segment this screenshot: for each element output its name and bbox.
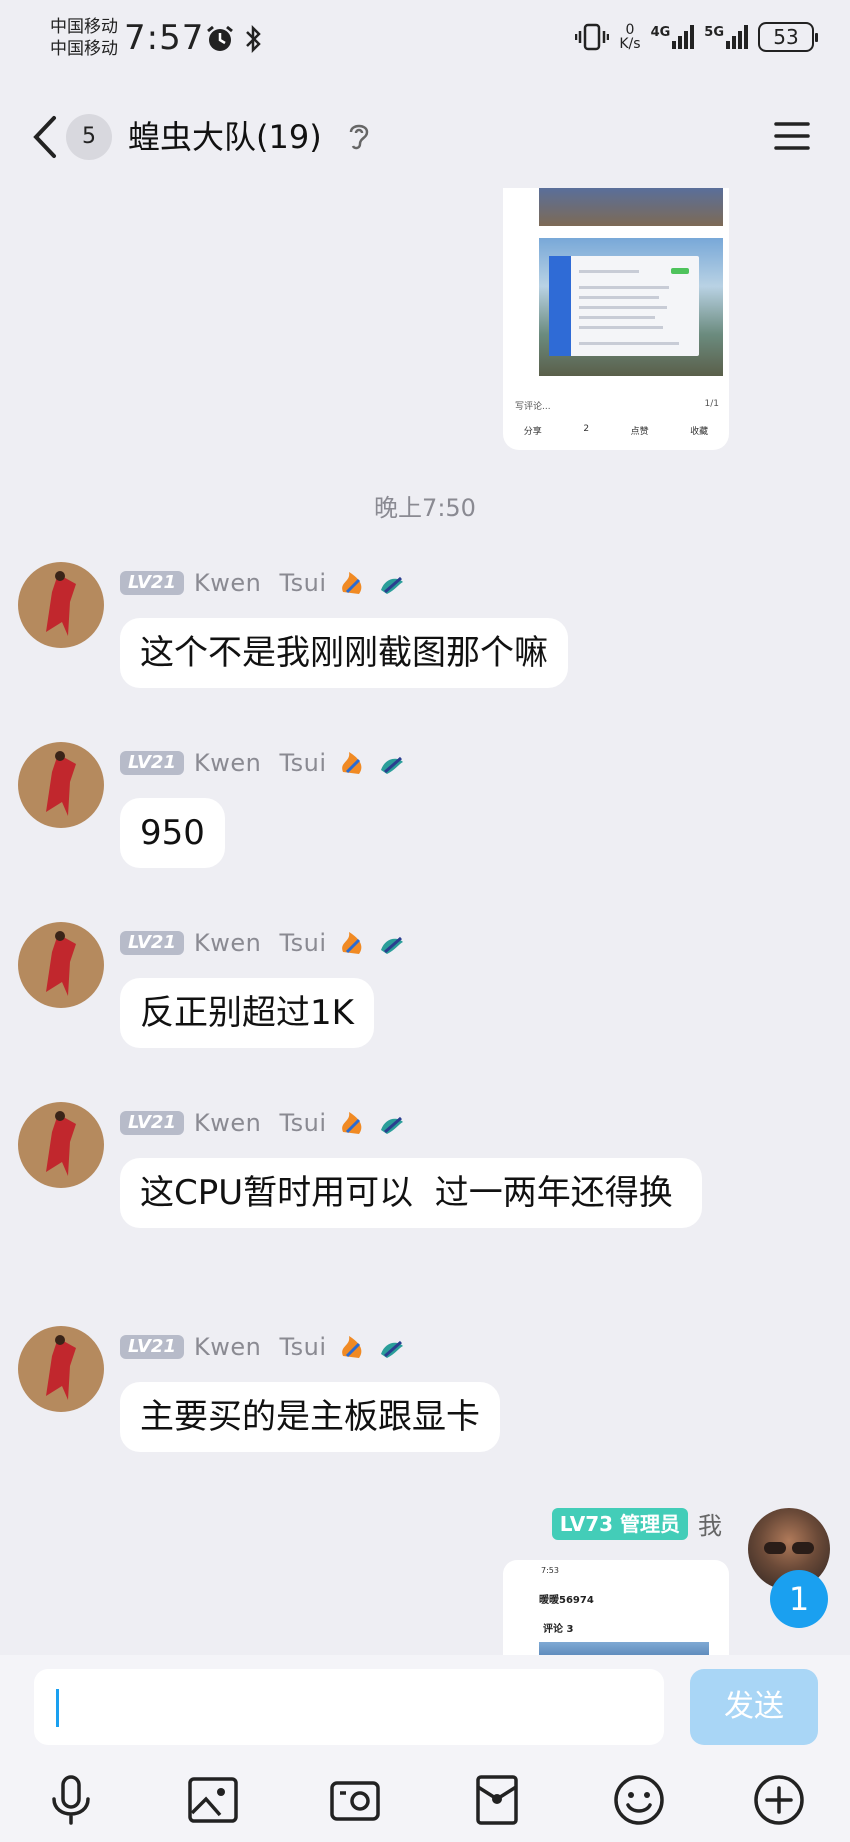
message-bubble[interactable]: 主要买的是主板跟显卡 (120, 1382, 500, 1452)
flame-badge-icon (341, 932, 361, 954)
chat-header: 5 蝗虫大队(19) (0, 88, 850, 188)
vibrate-icon (575, 23, 610, 51)
sender-name[interactable]: Kwen Tsui (194, 569, 327, 597)
net-speed-unit: K/s (619, 36, 641, 52)
text-caret (56, 1689, 59, 1727)
card-comment-input[interactable]: 写评论... (515, 399, 551, 412)
flame-badge-icon (341, 1336, 361, 1358)
avatar[interactable] (18, 742, 104, 828)
sender-name[interactable]: Kwen Tsui (194, 1333, 327, 1361)
shared-post-card[interactable]: 写评论... 1/1 分享 2 点赞 收藏 (503, 188, 729, 450)
emoji-icon[interactable] (612, 1773, 666, 1827)
message-bubble[interactable]: 950 (120, 798, 225, 868)
carrier-1: 中国移动 (50, 17, 118, 37)
level-badge: LV21 (120, 1335, 184, 1359)
camera-icon[interactable] (328, 1773, 382, 1827)
sender-name[interactable]: Kwen Tsui (194, 749, 327, 777)
plus-icon[interactable] (752, 1773, 806, 1827)
microphone-icon[interactable] (44, 1773, 98, 1827)
level-badge: LV21 (120, 1111, 184, 1135)
post-image-2[interactable] (539, 238, 723, 376)
signal-5g-label: 5G (704, 25, 724, 40)
ear-icon[interactable] (346, 120, 372, 152)
net-speed-value: 0 (625, 22, 635, 38)
flame-badge-icon (341, 572, 361, 594)
message-bubble[interactable]: 这个不是我刚刚截图那个嘛 (120, 618, 568, 688)
dragon-badge-icon (380, 756, 403, 774)
carrier-2: 中国移动 (50, 39, 118, 59)
clock: 7:57 (124, 18, 205, 58)
battery-indicator: 53 (758, 22, 818, 52)
message-bubble[interactable]: 反正别超过1K (120, 978, 374, 1048)
flame-badge-icon (341, 752, 361, 774)
alarm-icon (207, 25, 233, 51)
card-actions: 分享 2 点赞 收藏 (503, 424, 729, 437)
send-button[interactable]: 发送 (690, 1669, 818, 1745)
red-packet-icon[interactable] (470, 1773, 524, 1827)
avatar[interactable] (18, 1102, 104, 1188)
shot-comment-count: 评论 3 (543, 1624, 574, 1635)
group-title[interactable]: 蝗虫大队(19) (128, 112, 322, 158)
signal-5g: 5G (704, 25, 748, 49)
dragon-badge-icon (380, 576, 403, 594)
dragon-badge-icon (380, 1340, 403, 1358)
my-message-meta: LV73 管理员 我 (551, 1506, 722, 1541)
card-favorite-button[interactable]: 收藏 (690, 424, 708, 437)
post-image-1[interactable] (539, 188, 723, 226)
system-indicators: 0 K/s 4G 5G 53 (575, 22, 818, 52)
status-icons (205, 24, 263, 54)
input-area: 发送 (0, 1655, 850, 1755)
level-badge: LV21 (120, 751, 184, 775)
signal-4g: 4G (651, 25, 695, 49)
avatar[interactable] (18, 562, 104, 648)
dragon-badge-icon (380, 936, 403, 954)
message-bubble[interactable]: 这CPU暂时用可以 过一两年还得换 (120, 1158, 702, 1228)
status-bar: 中国移动 中国移动 7:57 0 K/s 4G 5G 53 (0, 0, 850, 88)
bluetooth-icon (246, 24, 261, 54)
input-toolbar (0, 1755, 850, 1842)
card-comment-count[interactable]: 2 (583, 424, 589, 437)
card-pager: 1/1 (704, 399, 719, 409)
menu-icon[interactable] (774, 120, 810, 152)
flame-badge-icon (341, 1112, 361, 1134)
level-badge: LV21 (120, 931, 184, 955)
my-screenshot-image[interactable]: 7:53 暖暖56974 评论 3 (503, 1560, 729, 1658)
signal-4g-label: 4G (650, 25, 671, 40)
new-message-badge[interactable]: 1 (770, 1570, 828, 1628)
avatar[interactable] (18, 922, 104, 1008)
carrier-info: 中国移动 中国移动 (50, 16, 118, 60)
sender-name[interactable]: Kwen Tsui (194, 1109, 327, 1137)
message-input[interactable] (34, 1669, 664, 1745)
shot-time: 7:53 (541, 1566, 559, 1575)
shot-username: 暖暖56974 (539, 1595, 594, 1606)
avatar[interactable] (18, 1326, 104, 1412)
back-icon[interactable] (30, 114, 60, 160)
image-icon[interactable] (186, 1773, 240, 1827)
unread-count-badge[interactable]: 5 (66, 114, 112, 160)
net-speed: 0 K/s (619, 23, 640, 51)
card-like-button[interactable]: 点赞 (631, 424, 649, 437)
me-label: 我 (698, 1512, 722, 1540)
timestamp-separator: 晚上7:50 (374, 494, 476, 522)
dragon-badge-icon (380, 1116, 403, 1134)
my-level-badge: LV73 管理员 (551, 1507, 688, 1540)
sender-name[interactable]: Kwen Tsui (194, 929, 327, 957)
card-share-button[interactable]: 分享 (524, 424, 542, 437)
level-badge: LV21 (120, 571, 184, 595)
